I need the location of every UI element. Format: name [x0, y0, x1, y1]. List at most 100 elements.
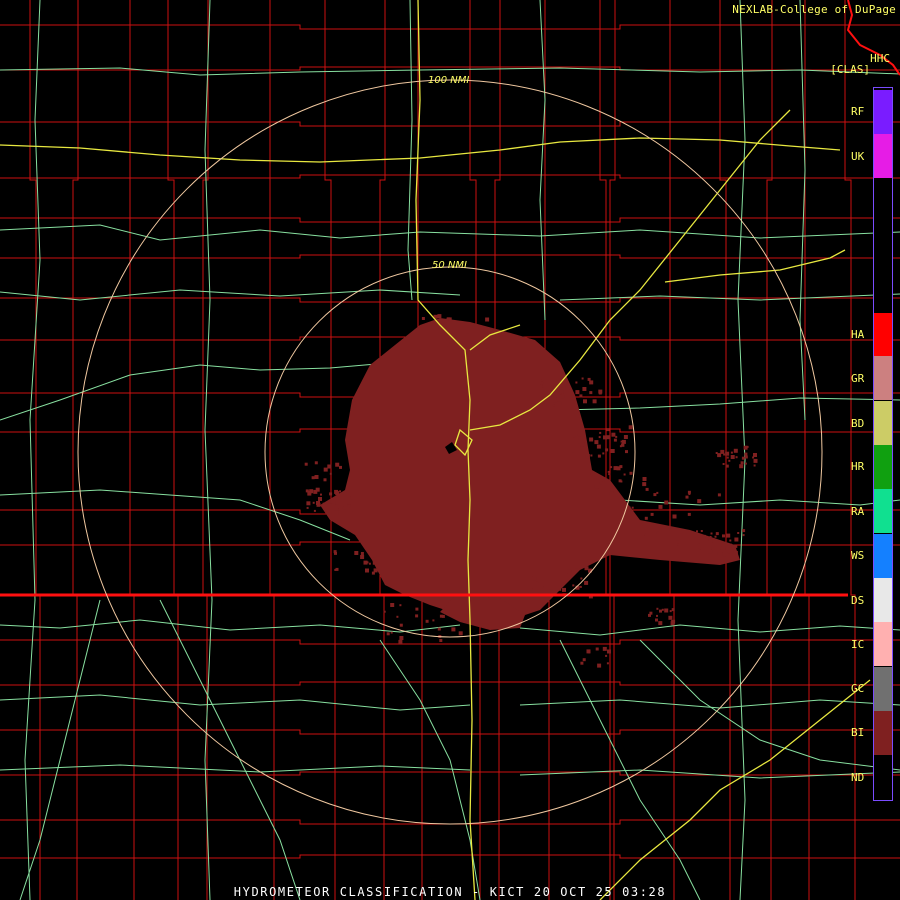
county-line-v-5	[269, 0, 275, 900]
echo-speckle-255	[661, 608, 664, 611]
echo-speckle-270	[372, 560, 377, 565]
echo-speckle-285	[579, 585, 582, 588]
echo-speckle-170	[710, 532, 713, 535]
echo-speckle-219	[386, 632, 390, 636]
echo-speckle-288	[571, 570, 574, 572]
echo-speckle-70	[594, 440, 599, 445]
echo-speckle-110	[685, 495, 689, 499]
echo-speckle-78	[615, 435, 618, 438]
echo-speckle-196	[312, 501, 315, 504]
county-line-h-0	[0, 24, 900, 30]
echo-speckle-116	[631, 506, 634, 509]
road-0	[0, 67, 900, 76]
legend-swatch-ra	[874, 489, 892, 533]
echo-speckle-182	[338, 508, 341, 511]
echo-speckle-177	[350, 496, 354, 500]
echo-speckle-257	[658, 621, 663, 626]
echo-speckle-141	[752, 456, 755, 459]
echo-speckle-247	[669, 610, 672, 613]
echo-speckle-114	[677, 543, 680, 546]
county-line-h-12	[0, 639, 900, 645]
echo-speckle-194	[339, 490, 342, 493]
echo-speckle-9	[443, 338, 447, 342]
echo-speckle-287	[584, 566, 589, 571]
echo-speckle-164	[720, 546, 724, 550]
echo-speckle-11	[418, 349, 422, 353]
echo-speckle-265	[363, 560, 368, 565]
echo-speckle-187	[334, 510, 339, 515]
echo-speckle-41	[575, 381, 578, 384]
echo-speckle-280	[584, 580, 589, 585]
echo-speckle-127	[715, 452, 718, 454]
legend-swatch-ws	[874, 534, 892, 578]
echo-speckle-181	[335, 491, 340, 496]
echo-speckle-103	[650, 512, 654, 516]
county-line-h-4	[0, 217, 900, 223]
road-9	[519, 624, 900, 636]
echo-speckle-58	[606, 428, 610, 432]
echo-speckle-258	[656, 607, 659, 610]
echo-speckle-94	[590, 474, 593, 477]
county-line-v-16	[766, 0, 773, 900]
echo-speckle-167	[722, 552, 727, 557]
echo-speckle-46	[598, 436, 601, 439]
echo-speckle-149	[735, 456, 738, 459]
echo-speckle-175	[722, 534, 725, 538]
echo-speckle-295	[530, 588, 533, 591]
echo-speckle-259	[671, 619, 676, 624]
echo-speckle-84	[594, 484, 599, 489]
echo-speckle-163	[702, 534, 706, 538]
echo-speckle-55	[613, 438, 617, 442]
echo-speckle-292	[562, 587, 566, 592]
echo-speckle-239	[586, 649, 591, 654]
echo-speckle-50	[596, 444, 601, 449]
echo-speckle-198	[330, 499, 335, 504]
echo-speckle-0	[486, 346, 489, 349]
radar-map[interactable]: 50 NMI 100 NMI	[0, 0, 900, 900]
echo-speckle-99	[599, 481, 603, 485]
echo-speckle-157	[737, 532, 740, 534]
echo-speckle-214	[339, 465, 342, 469]
echo-speckle-212	[323, 478, 327, 482]
legend-label-bd: BD	[851, 417, 865, 430]
echo-speckle-104	[729, 539, 732, 542]
echo-speckle-10	[421, 317, 425, 320]
legend-swatch-ds	[874, 578, 892, 622]
echo-speckle-18	[592, 399, 597, 404]
echo-speckle-159	[709, 536, 712, 538]
echo-speckle-243	[582, 658, 586, 662]
echo-speckle-90	[609, 491, 614, 496]
echo-speckle-275	[373, 568, 378, 573]
echo-speckle-233	[425, 619, 429, 623]
legend-swatch-hr	[874, 445, 892, 489]
echo-speckle-144	[746, 445, 749, 448]
legend-label-ha: HA	[851, 328, 865, 341]
echo-speckle-80	[602, 452, 605, 455]
echo-speckle-256	[664, 608, 669, 613]
county-line-v-17	[804, 0, 810, 900]
echo-speckle-32	[587, 377, 591, 381]
echo-speckle-230	[439, 639, 443, 642]
road-6	[0, 489, 351, 541]
echo-speckle-210	[329, 472, 332, 475]
legend-colorbar	[873, 87, 893, 801]
echo-speckle-17	[583, 399, 587, 404]
legend-label-gc: GC	[851, 682, 865, 695]
echo-speckle-136	[728, 459, 731, 462]
echo-speckle-68	[591, 438, 594, 441]
echo-speckle-225	[396, 615, 399, 618]
echo-speckle-38	[565, 385, 570, 390]
echo-speckle-25	[589, 391, 593, 395]
echo-speckle-260	[655, 618, 658, 622]
county-line-h-14	[0, 729, 900, 735]
legend-label-gr: GR	[851, 372, 865, 385]
echo-speckle-271	[354, 551, 359, 555]
echo-speckle-199	[320, 493, 322, 496]
echo-speckle-21	[560, 394, 565, 399]
echo-speckle-40	[557, 401, 562, 406]
echo-speckle-71	[573, 435, 576, 438]
legend-label-ra: RA	[851, 505, 865, 518]
echo-speckle-113	[644, 516, 648, 520]
echo-speckle-13	[437, 325, 440, 329]
echo-speckle-72	[590, 454, 593, 457]
